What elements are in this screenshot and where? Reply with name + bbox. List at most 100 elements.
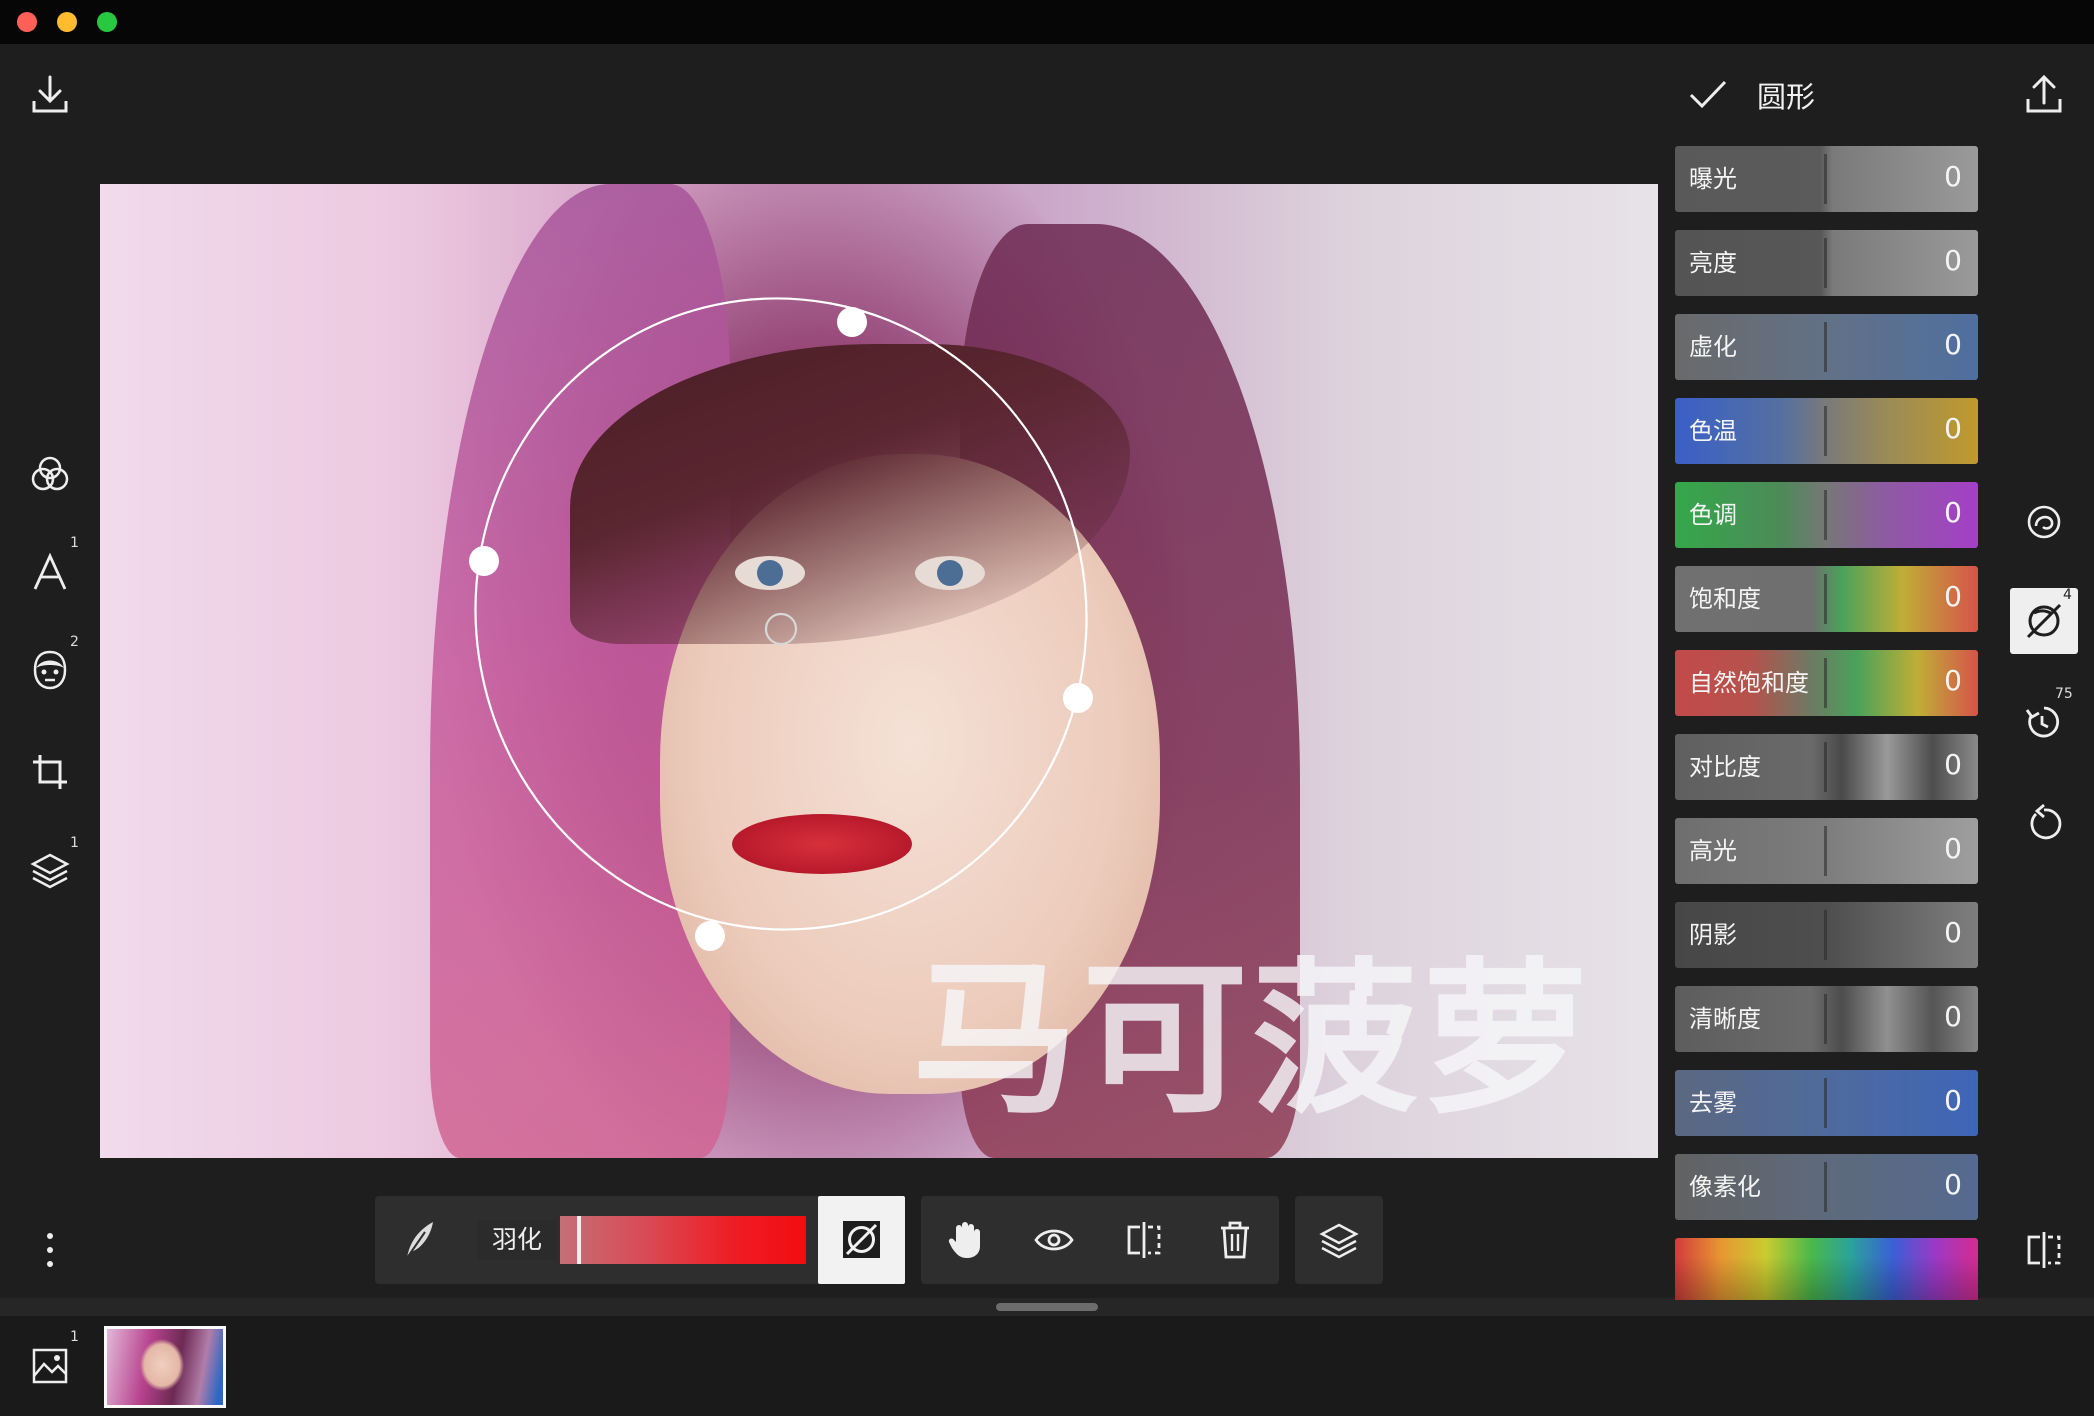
layers-tool-button[interactable]	[26, 846, 74, 894]
adjustment-center-mark	[1824, 1078, 1827, 1128]
history-count-badge: 75	[2055, 686, 2073, 702]
masks-count-badge: 4	[2063, 587, 2072, 603]
adjustment-label: 去雾	[1689, 1089, 1737, 1117]
layers-icon	[1319, 1223, 1359, 1259]
more-vertical-icon	[47, 1233, 53, 1267]
adjustment-label: 自然饱和度	[1689, 669, 1809, 697]
pan-tool-button[interactable]	[940, 1216, 988, 1264]
mask-handle-left[interactable]	[469, 546, 499, 576]
adjustment-slider[interactable]: 像素化 0	[1675, 1154, 1978, 1220]
adjustment-slider[interactable]: 色温 0	[1675, 398, 1978, 464]
layers-icon	[30, 853, 70, 889]
adjustment-label: 色温	[1689, 417, 1737, 445]
adjustment-value: 0	[1944, 664, 1962, 697]
adjustment-label: 像素化	[1689, 1173, 1761, 1201]
feather-slider[interactable]	[560, 1216, 806, 1264]
spiral-icon	[2027, 505, 2061, 539]
adjustment-slider[interactable]: 清晰度 0	[1675, 986, 1978, 1052]
compare-panel-button[interactable]	[2020, 1226, 2068, 1274]
compare-button[interactable]	[1120, 1216, 1168, 1264]
feather-label: 羽化	[477, 1220, 557, 1260]
adjustment-center-mark	[1824, 154, 1827, 204]
checkmark-icon	[1689, 80, 1727, 109]
feather-brush-button[interactable]	[395, 1216, 443, 1264]
adjustment-slider[interactable]: 亮度 0	[1675, 230, 1978, 296]
adjustment-slider[interactable]: 去雾 0	[1675, 1070, 1978, 1136]
adjustment-center-mark	[1824, 238, 1827, 288]
zoom-window-button[interactable]	[97, 12, 117, 32]
invert-mask-icon	[843, 1221, 880, 1258]
adjustment-center-mark	[1824, 574, 1827, 624]
trash-icon	[1221, 1221, 1249, 1259]
adjustment-value: 0	[1944, 832, 1962, 865]
adjustment-slider[interactable]: 色调 0	[1675, 482, 1978, 548]
adjustment-slider[interactable]: 自然饱和度 0	[1675, 650, 1978, 716]
import-button[interactable]	[26, 70, 74, 118]
adjustment-value: 0	[1944, 1000, 1962, 1033]
adjustment-slider[interactable]: 饱和度 0	[1675, 566, 1978, 632]
history-icon	[2025, 706, 2060, 738]
eye-icon	[1034, 1229, 1074, 1251]
adjustment-center-mark	[1824, 826, 1827, 876]
mask-center-handle[interactable]	[764, 612, 798, 646]
adjustment-value: 0	[1944, 916, 1962, 949]
toggle-visibility-button[interactable]	[1030, 1216, 1078, 1264]
confirm-button[interactable]	[1686, 72, 1730, 116]
color-palette[interactable]	[1675, 1238, 1978, 1300]
adjustment-center-mark	[1824, 322, 1827, 372]
minimize-window-button[interactable]	[57, 12, 77, 32]
face-icon	[33, 650, 67, 690]
photo-thumbnail[interactable]	[104, 1326, 226, 1408]
reset-button[interactable]	[2020, 800, 2068, 848]
mask-handle-bottom[interactable]	[695, 921, 725, 951]
adjustment-slider[interactable]: 对比度 0	[1675, 734, 1978, 800]
adjustment-value: 0	[1944, 1168, 1962, 1201]
photo-canvas[interactable]: 马可菠萝	[100, 184, 1658, 1158]
filters-icon	[31, 456, 69, 491]
mask-handle-right[interactable]	[1063, 683, 1093, 713]
adjustment-slider[interactable]: 高光 0	[1675, 818, 1978, 884]
adjustment-slider[interactable]: 曝光 0	[1675, 146, 1978, 212]
mask-handle-top[interactable]	[837, 307, 867, 337]
delete-mask-button[interactable]	[1211, 1216, 1259, 1264]
export-button[interactable]	[2020, 70, 2068, 118]
adjustment-value: 0	[1944, 580, 1962, 613]
adjustment-label: 曝光	[1689, 165, 1737, 193]
adjustment-value: 0	[1944, 412, 1962, 445]
adjustment-center-mark	[1824, 1162, 1827, 1212]
image-browser-button[interactable]	[26, 1342, 74, 1390]
panel-title: 圆形	[1757, 80, 1816, 114]
adjustment-slider[interactable]: 虚化 0	[1675, 314, 1978, 380]
adjustment-label: 饱和度	[1689, 585, 1761, 613]
text-icon	[33, 552, 67, 590]
face-tool-button[interactable]	[26, 646, 74, 694]
drawer-handle[interactable]	[996, 1303, 1098, 1311]
more-options-button[interactable]	[30, 1226, 70, 1274]
history-button[interactable]	[2020, 698, 2068, 746]
crop-icon	[33, 755, 67, 789]
adjustment-center-mark	[1824, 910, 1827, 960]
filters-button[interactable]	[26, 450, 74, 498]
feather-slider-thumb[interactable]	[577, 1216, 582, 1264]
adjustment-label: 色调	[1689, 501, 1737, 529]
adjustment-value: 0	[1944, 244, 1962, 277]
compare-icon	[2027, 1232, 2061, 1268]
adjustment-label: 虚化	[1689, 333, 1737, 361]
adjustment-label: 高光	[1689, 837, 1737, 865]
adjustment-label: 阴影	[1689, 921, 1737, 949]
text-count-badge: 1	[70, 535, 79, 551]
crop-tool-button[interactable]	[26, 748, 74, 796]
mask-layers-button[interactable]	[1315, 1216, 1363, 1264]
radial-mask-tool-button[interactable]	[2020, 498, 2068, 546]
close-window-button[interactable]	[17, 12, 37, 32]
adjustment-slider[interactable]: 阴影 0	[1675, 902, 1978, 968]
compare-icon	[1127, 1222, 1161, 1258]
radial-mask-overlay[interactable]	[100, 184, 1658, 1158]
filmstrip	[0, 1316, 2094, 1416]
text-tool-button[interactable]	[26, 548, 74, 596]
adjustment-center-mark	[1824, 406, 1827, 456]
title-bar	[0, 0, 2094, 44]
face-count-badge: 2	[70, 634, 79, 650]
invert-mask-button[interactable]	[818, 1196, 905, 1284]
image-count-badge: 1	[70, 1329, 79, 1345]
